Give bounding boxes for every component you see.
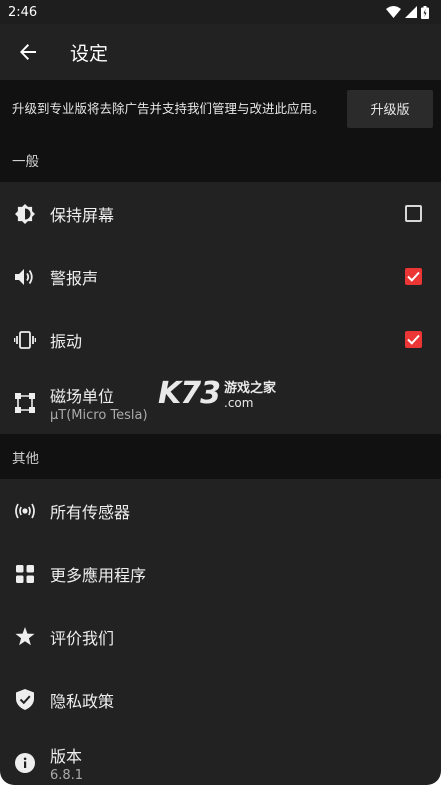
units-icon	[0, 392, 50, 413]
section-header-general: 一般	[0, 137, 441, 182]
setting-label: 更多應用程序	[50, 565, 147, 585]
setting-label: 警报声	[50, 268, 99, 288]
app-bar: 设定	[0, 24, 441, 80]
vibrate-icon	[0, 330, 50, 349]
section-header-other: 其他	[0, 434, 441, 479]
watermark-logo: K73 游戏之家 .com	[158, 376, 276, 411]
watermark-domain: .com	[224, 396, 254, 410]
page-title: 设定	[70, 42, 109, 65]
setting-label-group: 版本 6.8.1	[50, 743, 83, 783]
setting-label: 隐私政策	[50, 691, 115, 711]
watermark-brand: K73	[158, 376, 221, 411]
keep-screen-checkbox[interactable]	[405, 205, 422, 222]
setting-label-group: 磁场单位 μT(Micro Tesla)	[50, 383, 148, 423]
status-time: 2:46	[8, 4, 38, 20]
brightness-icon	[0, 203, 50, 224]
alarm-sound-checkbox[interactable]	[405, 268, 422, 285]
setting-all-sensors[interactable]: 所有传感器	[0, 479, 441, 542]
status-bar: 2:46	[0, 0, 441, 24]
shield-check-icon	[0, 689, 50, 710]
version-number: 6.8.1	[50, 767, 84, 783]
watermark-cn: 游戏之家	[224, 381, 277, 396]
setting-label: 振动	[50, 331, 83, 351]
check-icon	[407, 271, 420, 282]
setting-label: 保持屏幕	[50, 205, 115, 225]
setting-label: 版本	[50, 746, 83, 766]
sensor-icon	[0, 502, 50, 520]
info-icon	[0, 752, 50, 773]
vibrate-checkbox[interactable]	[405, 331, 422, 348]
settings-screen: 2:46 设定 升级到专业版将去除广告并支持我们管理与改进此应用。 升级版 一般…	[0, 0, 441, 785]
upgrade-button[interactable]: 升级版	[347, 89, 433, 128]
setting-more-apps[interactable]: 更多應用程序	[0, 542, 441, 605]
setting-value: μT(Micro Tesla)	[50, 407, 148, 423]
setting-rate-us[interactable]: 评价我们	[0, 605, 441, 668]
status-icons	[386, 5, 429, 19]
setting-privacy-policy[interactable]: 隐私政策	[0, 668, 441, 731]
battery-icon	[421, 5, 429, 19]
setting-alarm-sound[interactable]: 警报声	[0, 245, 441, 308]
signal-icon	[405, 6, 417, 18]
setting-label: 所有传感器	[50, 502, 131, 522]
watermark-text: 游戏之家 .com	[224, 377, 276, 410]
setting-label: 评价我们	[50, 628, 115, 648]
back-button[interactable]	[0, 24, 56, 80]
star-icon	[0, 627, 50, 646]
apps-grid-icon	[0, 564, 50, 583]
setting-label: 磁场单位	[50, 386, 115, 406]
upgrade-banner: 升级到专业版将去除广告并支持我们管理与改进此应用。 升级版	[0, 80, 441, 137]
upgrade-text: 升级到专业版将去除广告并支持我们管理与改进此应用。	[12, 100, 325, 116]
setting-vibrate[interactable]: 振动	[0, 308, 441, 371]
volume-icon	[0, 268, 50, 286]
setting-version[interactable]: 版本 6.8.1	[0, 731, 441, 785]
setting-keep-screen[interactable]: 保持屏幕	[0, 182, 441, 245]
wifi-icon	[386, 6, 401, 18]
arrow-back-icon	[20, 44, 36, 60]
check-icon	[407, 334, 420, 345]
